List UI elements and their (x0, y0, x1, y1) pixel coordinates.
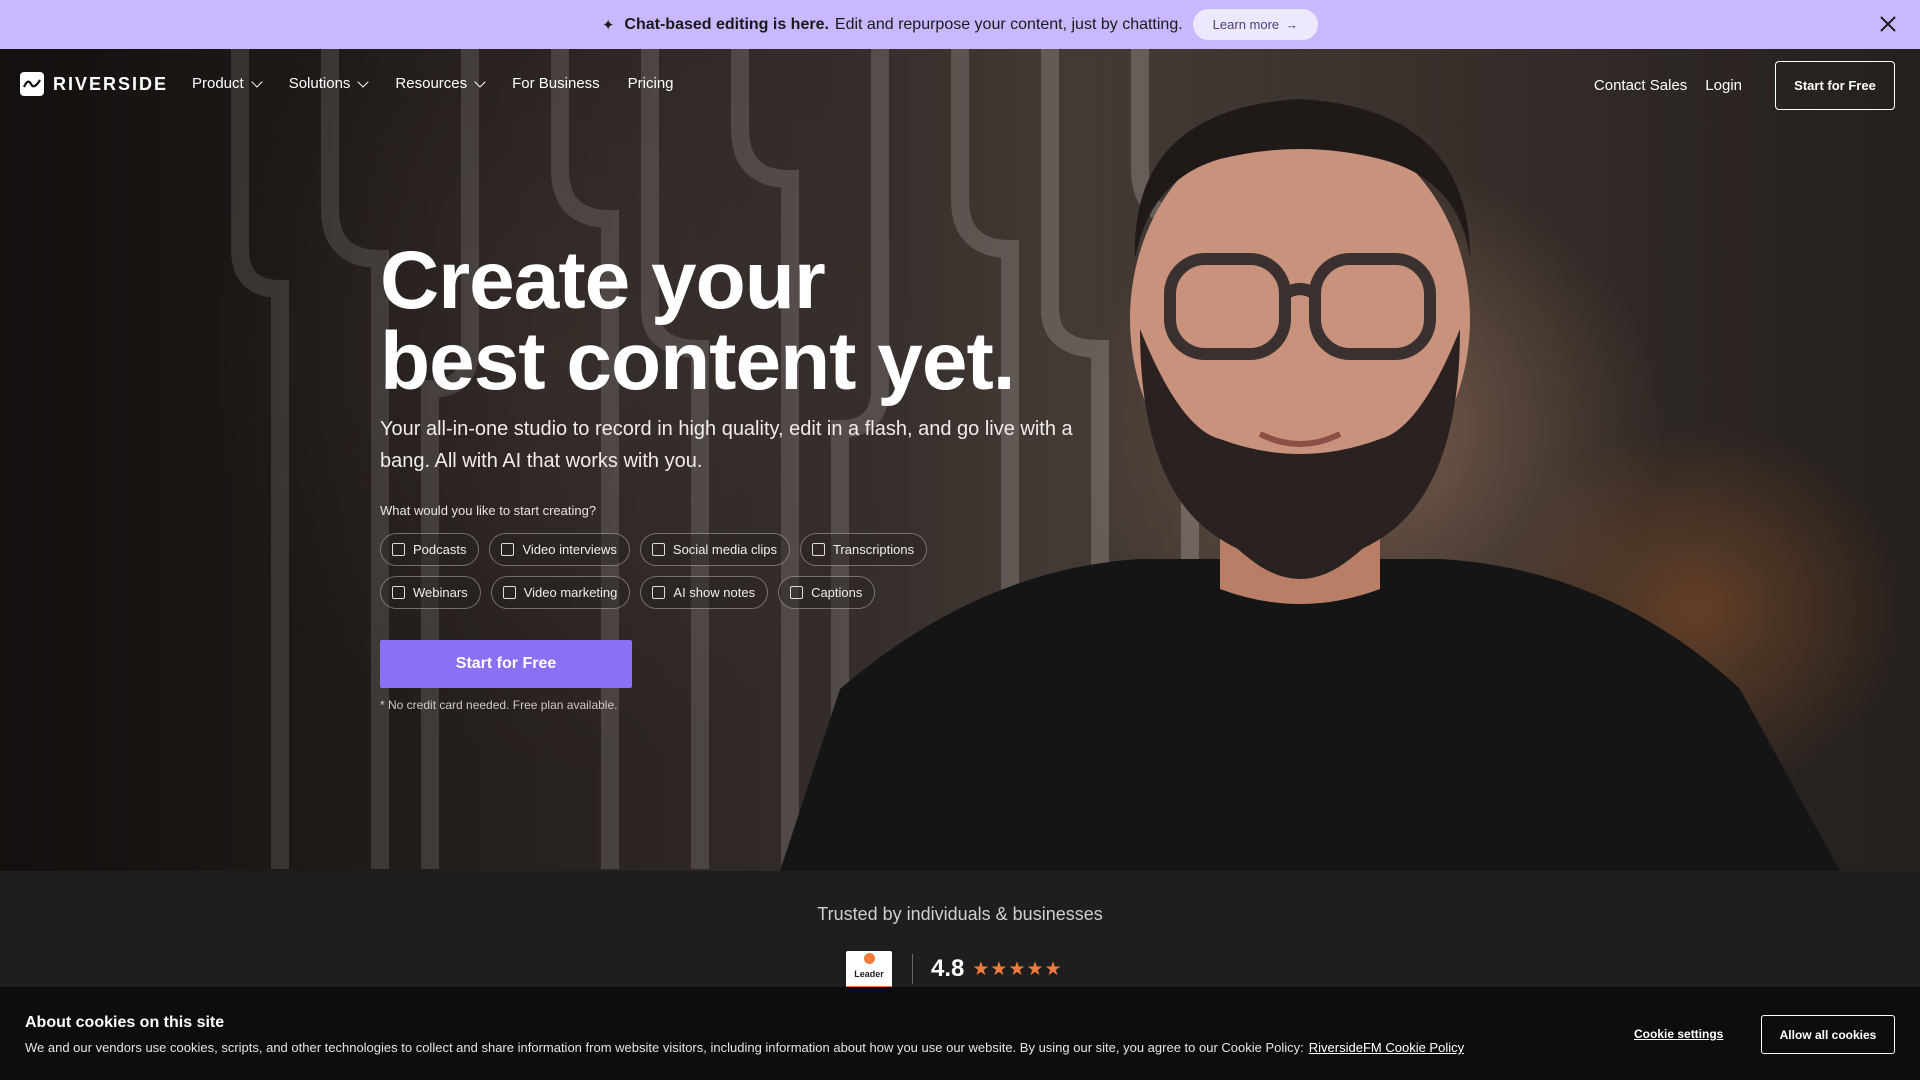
divider (912, 954, 913, 984)
option-ai-show-notes[interactable]: AI show notes (640, 576, 769, 609)
star-rating-icon: ★★★★★ (972, 958, 1063, 980)
chevron-down-icon (474, 75, 486, 88)
hero-headline: Create your best content yet. (380, 235, 1016, 407)
options-row: Webinars Video marketing AI show notes C… (380, 576, 1000, 609)
nav-item-label: Pricing (627, 75, 674, 92)
option-captions[interactable]: Captions (778, 576, 876, 609)
nav-links: Product Solutions Resources For Business… (192, 75, 702, 92)
cookie-description: We and our vendors use cookies, scripts,… (25, 1040, 1304, 1055)
option-label: Webinars (413, 585, 468, 600)
option-label: AI show notes (673, 585, 756, 600)
cookie-banner: About cookies on this site We and our ve… (0, 987, 1920, 1080)
option-webinars[interactable]: Webinars (380, 576, 481, 609)
option-video-interviews[interactable]: Video interviews (489, 533, 630, 566)
no-credit-card-note: * No credit card needed. Free plan avail… (380, 698, 618, 712)
announcement-bar: ✦ Chat-based editing is here. Edit and r… (0, 0, 1920, 49)
option-label: Social media clips (672, 542, 777, 557)
top-navigation: RIVERSIDE Product Solutions Resources Fo… (0, 49, 1920, 122)
option-social-media-clips[interactable]: Social media clips (639, 533, 790, 566)
checkbox[interactable] (652, 586, 666, 599)
announcement-text: Edit and repurpose your content, just by… (834, 15, 1183, 33)
riverside-logo[interactable]: RIVERSIDE (20, 72, 168, 96)
checkbox[interactable] (502, 586, 516, 599)
headline-line-1: Create your (380, 235, 826, 326)
option-label: Captions (811, 585, 863, 600)
options-row: Podcasts Video interviews Social media c… (380, 533, 1000, 566)
creation-question: What would you like to start creating? (380, 503, 597, 518)
cookie-settings-button[interactable]: Cookie settings (1634, 1027, 1723, 1041)
checkbox[interactable] (651, 543, 665, 556)
option-label: Transcriptions (832, 542, 915, 557)
nav-item-solutions[interactable]: Solutions (288, 75, 370, 92)
cookie-policy-link[interactable]: RiversideFM Cookie Policy (1309, 1040, 1464, 1055)
chevron-down-icon (251, 75, 263, 88)
trusted-title: Trusted by individuals & businesses (817, 904, 1103, 924)
checkbox[interactable] (392, 543, 405, 556)
rating-row: Leader 4.8 ★★★★★ (846, 951, 1063, 992)
cookie-text: We and our vendors use cookies, scripts,… (25, 1040, 1464, 1055)
rating-score: 4.8 (931, 955, 965, 982)
presenter-photo (780, 99, 1840, 871)
nav-start-free-button[interactable]: Start for Free (1775, 61, 1895, 110)
nav-item-label: Product (192, 75, 244, 92)
login-link[interactable]: Login (1705, 77, 1742, 94)
checkbox[interactable] (501, 543, 515, 556)
nav-item-resources[interactable]: Resources (395, 75, 486, 92)
headline-line-2: best content yet. (380, 316, 1016, 407)
option-label: Video interviews (522, 542, 617, 557)
logo-text: RIVERSIDE (53, 73, 169, 94)
creation-options: Podcasts Video interviews Social media c… (380, 533, 1000, 619)
cookie-title: About cookies on this site (25, 1014, 225, 1031)
nav-item-label: For Business (512, 75, 600, 92)
option-label: Podcasts (413, 542, 467, 557)
close-icon[interactable] (1876, 12, 1900, 36)
nav-right: Contact Sales Login Start for Free (1594, 61, 1895, 110)
option-label: Video marketing (523, 585, 618, 600)
arrow-right-icon: → (1285, 17, 1299, 32)
hero-start-free-button[interactable]: Start for Free (380, 640, 632, 688)
option-video-marketing[interactable]: Video marketing (490, 576, 631, 609)
nav-item-label: Resources (395, 75, 468, 92)
learn-more-label: Learn more (1212, 17, 1280, 32)
badge-label: Leader (854, 969, 884, 979)
logo-icon (20, 72, 44, 96)
sparkle-icon: ✦ (601, 16, 615, 34)
checkbox[interactable] (392, 586, 405, 599)
contact-sales-link[interactable]: Contact Sales (1594, 77, 1687, 94)
announcement-bold: Chat-based editing is here. (624, 15, 829, 33)
learn-more-button[interactable]: Learn more → (1192, 9, 1319, 40)
nav-item-pricing[interactable]: Pricing (628, 75, 674, 92)
checkbox[interactable] (790, 586, 804, 599)
hero-subheading: Your all-in-one studio to record in high… (380, 418, 1073, 472)
checkbox[interactable] (811, 543, 825, 556)
option-podcasts[interactable]: Podcasts (380, 533, 480, 566)
nav-item-product[interactable]: Product (192, 75, 263, 92)
g2-icon (864, 953, 875, 964)
nav-item-label: Solutions (288, 75, 351, 92)
option-transcriptions[interactable]: Transcriptions (799, 533, 928, 566)
chevron-down-icon (357, 75, 370, 88)
nav-item-for-business[interactable]: For Business (512, 75, 600, 92)
allow-all-cookies-button[interactable]: Allow all cookies (1761, 1015, 1895, 1054)
g2-leader-badge: Leader (846, 951, 892, 992)
